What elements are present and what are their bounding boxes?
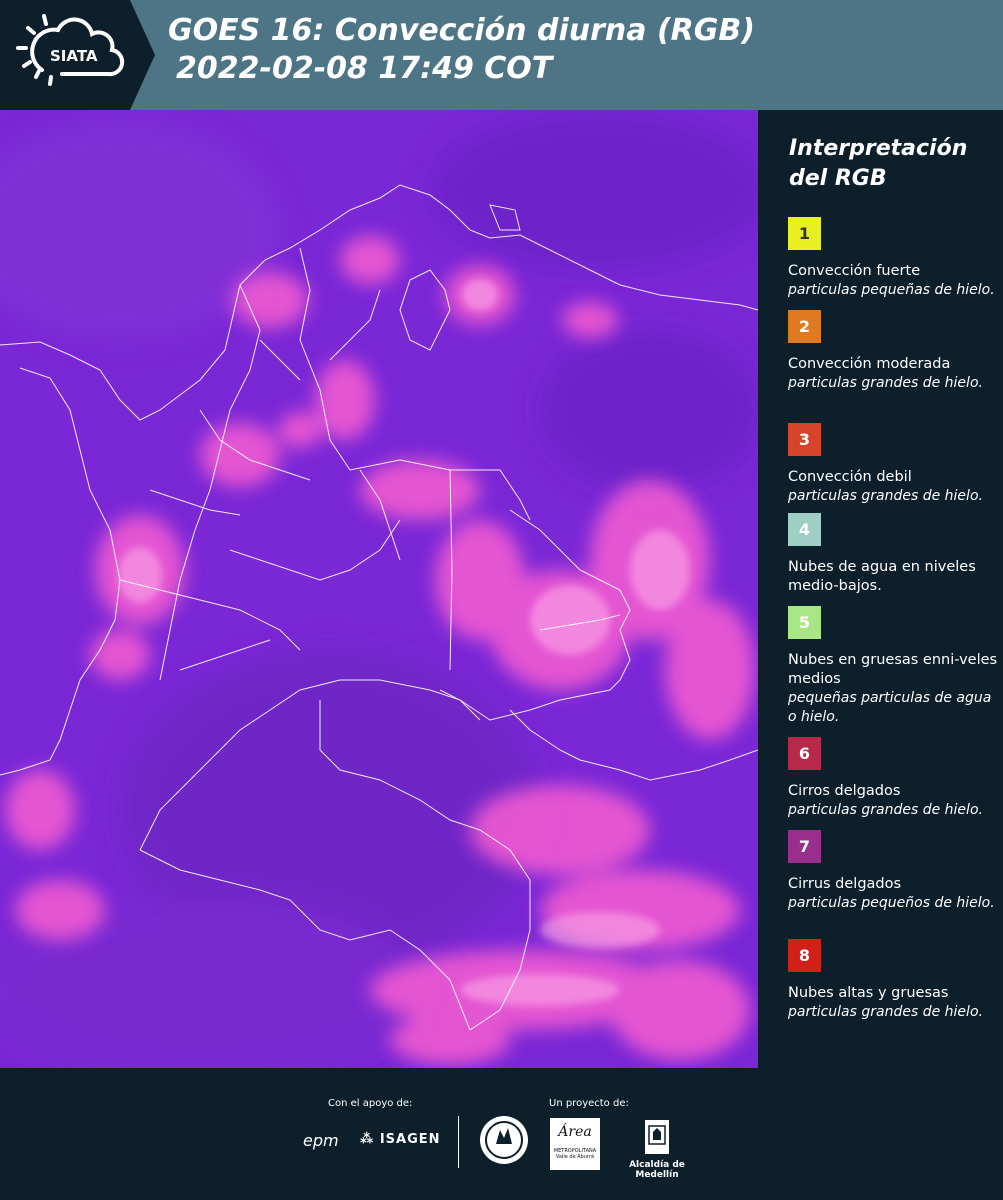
legend-title: Interpretación del RGB bbox=[789, 136, 968, 191]
seal-logo bbox=[478, 1114, 530, 1170]
project-label: Un proyecto de: bbox=[549, 1098, 629, 1109]
legend-item-5: 5 Nubes en gruesas enni-veles medios peq… bbox=[788, 606, 998, 727]
area-metropolitana-logo: Área METROPOLITANA Valle de Aburrá bbox=[550, 1118, 600, 1170]
footer-divider bbox=[458, 1116, 459, 1168]
legend-label: Convección moderada bbox=[788, 356, 951, 372]
legend-label: Convección fuerte bbox=[788, 263, 921, 279]
legend-sub: particulas grandes de hielo. bbox=[788, 1004, 983, 1020]
siata-logo: SIATA bbox=[0, 0, 155, 110]
legend-item-7: 7 Cirrus delgados particulas pequeños de… bbox=[788, 830, 998, 913]
legend-swatch: 7 bbox=[788, 830, 821, 863]
legend-sub: particulas pequeñas de hielo. bbox=[788, 282, 995, 298]
isagen-logo: ⁂ ISAGEN bbox=[360, 1132, 441, 1147]
legend-sub: particulas pequeños de hielo. bbox=[788, 895, 995, 911]
legend-swatch: 2 bbox=[788, 310, 821, 343]
legend-sub: particulas grandes de hielo. bbox=[788, 488, 983, 504]
legend-label: Cirrus delgados bbox=[788, 876, 902, 892]
legend-item-6: 6 Cirros delgados particulas grandes de … bbox=[788, 737, 998, 820]
legend-sub: pequeñas particulas de agua o hielo. bbox=[788, 690, 992, 725]
legend-swatch: 5 bbox=[788, 606, 821, 639]
page-title: GOES 16: Convección diurna (RGB) 2022-02… bbox=[168, 12, 755, 88]
legend-swatch: 1 bbox=[788, 217, 821, 250]
legend-label: Convección debil bbox=[788, 469, 912, 485]
svg-text:SIATA: SIATA bbox=[50, 47, 98, 65]
isagen-mark-icon: ⁂ bbox=[360, 1132, 375, 1147]
legend-panel: Interpretación del RGB 1 Convección fuert… bbox=[760, 110, 1003, 1068]
legend-swatch: 8 bbox=[788, 939, 821, 972]
header: SIATA GOES 16: Convección diurna (RGB) 2… bbox=[0, 0, 1003, 110]
alcaldia-logo: Alcaldía de Medellín bbox=[612, 1118, 702, 1180]
coat-of-arms-icon bbox=[645, 1120, 669, 1154]
support-label: Con el apoyo de: bbox=[328, 1098, 413, 1109]
legend-sub: particulas grandes de hielo. bbox=[788, 375, 983, 391]
legend-swatch: 4 bbox=[788, 513, 821, 546]
title-line-1: GOES 16: Convección diurna (RGB) bbox=[168, 13, 755, 48]
legend-label: Cirros delgados bbox=[788, 783, 901, 799]
epm-logo: epm bbox=[303, 1131, 339, 1150]
legend-label: Nubes altas y gruesas bbox=[788, 985, 949, 1001]
legend-item-2: 2 Convección moderada particulas grandes… bbox=[788, 310, 998, 393]
legend-item-8: 8 Nubes altas y gruesas particulas grand… bbox=[788, 939, 998, 1022]
footer: Con el apoyo de: Un proyecto de: epm ⁂ I… bbox=[0, 1068, 1003, 1200]
legend-label: Nubes de agua en niveles medio-bajos. bbox=[788, 559, 976, 594]
title-line-2: 2022-02-08 17:49 COT bbox=[176, 51, 553, 86]
satellite-map bbox=[0, 110, 758, 1068]
legend-label: Nubes en gruesas enni-veles medios bbox=[788, 652, 998, 687]
legend-swatch: 3 bbox=[788, 423, 821, 456]
legend-item-4: 4 Nubes de agua en niveles medio-bajos. bbox=[788, 513, 998, 596]
legend-sub: particulas grandes de hielo. bbox=[788, 802, 983, 818]
legend-swatch: 6 bbox=[788, 737, 821, 770]
legend-item-1: 1 Convección fuerte particulas pequeñas … bbox=[788, 217, 998, 300]
legend-item-3: 3 Convección debil particulas grandes de… bbox=[788, 423, 998, 506]
